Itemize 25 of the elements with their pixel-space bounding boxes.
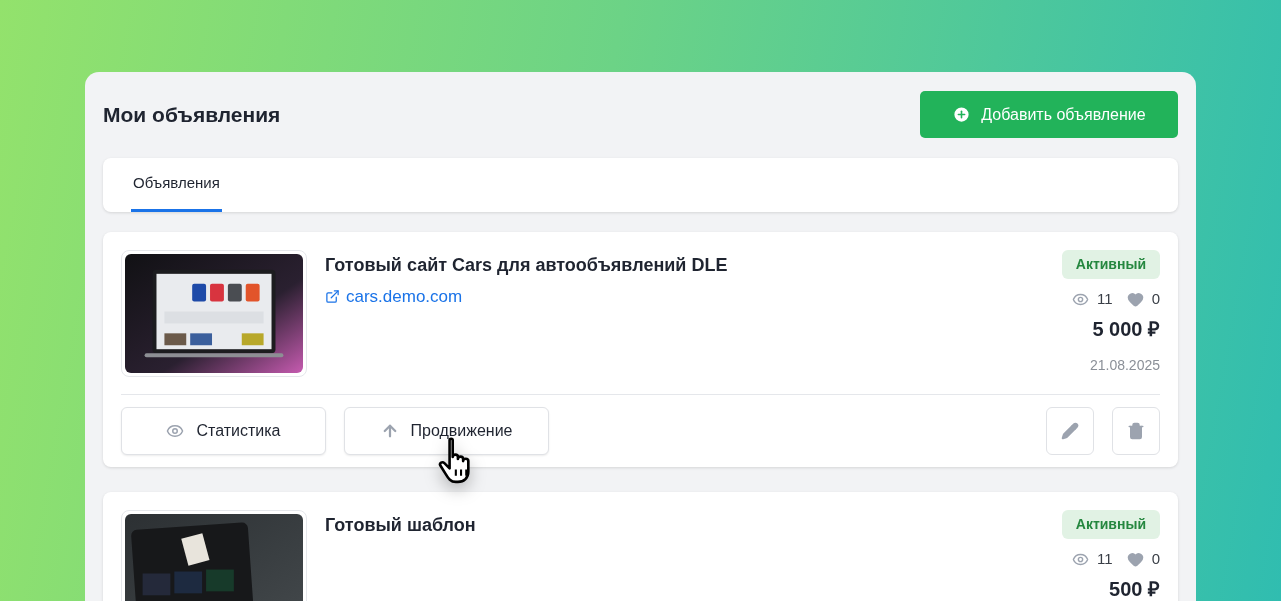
price: 5 000 ₽ — [1092, 316, 1160, 341]
views-count: 11 — [1097, 549, 1113, 569]
plus-icon — [952, 105, 972, 124]
status-badge: Активный — [1061, 510, 1160, 539]
promote-button[interactable]: Продвижение — [344, 407, 549, 455]
tab[interactable]: Объявления — [131, 158, 222, 212]
page-title: Мои объявления — [103, 101, 281, 128]
likes-count: 0 — [1151, 549, 1160, 569]
listing-title: Готовый шаблон — [325, 514, 477, 537]
trash-icon — [1127, 422, 1145, 440]
statistics-button[interactable]: Статистика — [121, 407, 326, 455]
edit-button[interactable] — [1046, 407, 1094, 455]
likes-icon — [1126, 550, 1144, 568]
status-badge: Активный — [1061, 250, 1160, 279]
pencil-icon — [1061, 422, 1079, 440]
delete-button[interactable] — [1112, 407, 1160, 455]
date: 21.08.2025 — [1089, 355, 1160, 375]
views-count: 11 — [1097, 289, 1113, 309]
external-link-icon — [325, 289, 340, 305]
price: 500 ₽ — [1109, 576, 1160, 601]
listing-title: Готовый сайт Cars для автообъявлений DLE — [325, 254, 729, 277]
site-link[interactable]: cars.demo.com — [325, 284, 463, 310]
eye-icon — [166, 422, 185, 440]
likes-count: 0 — [1151, 289, 1160, 309]
likes-icon — [1126, 290, 1144, 308]
